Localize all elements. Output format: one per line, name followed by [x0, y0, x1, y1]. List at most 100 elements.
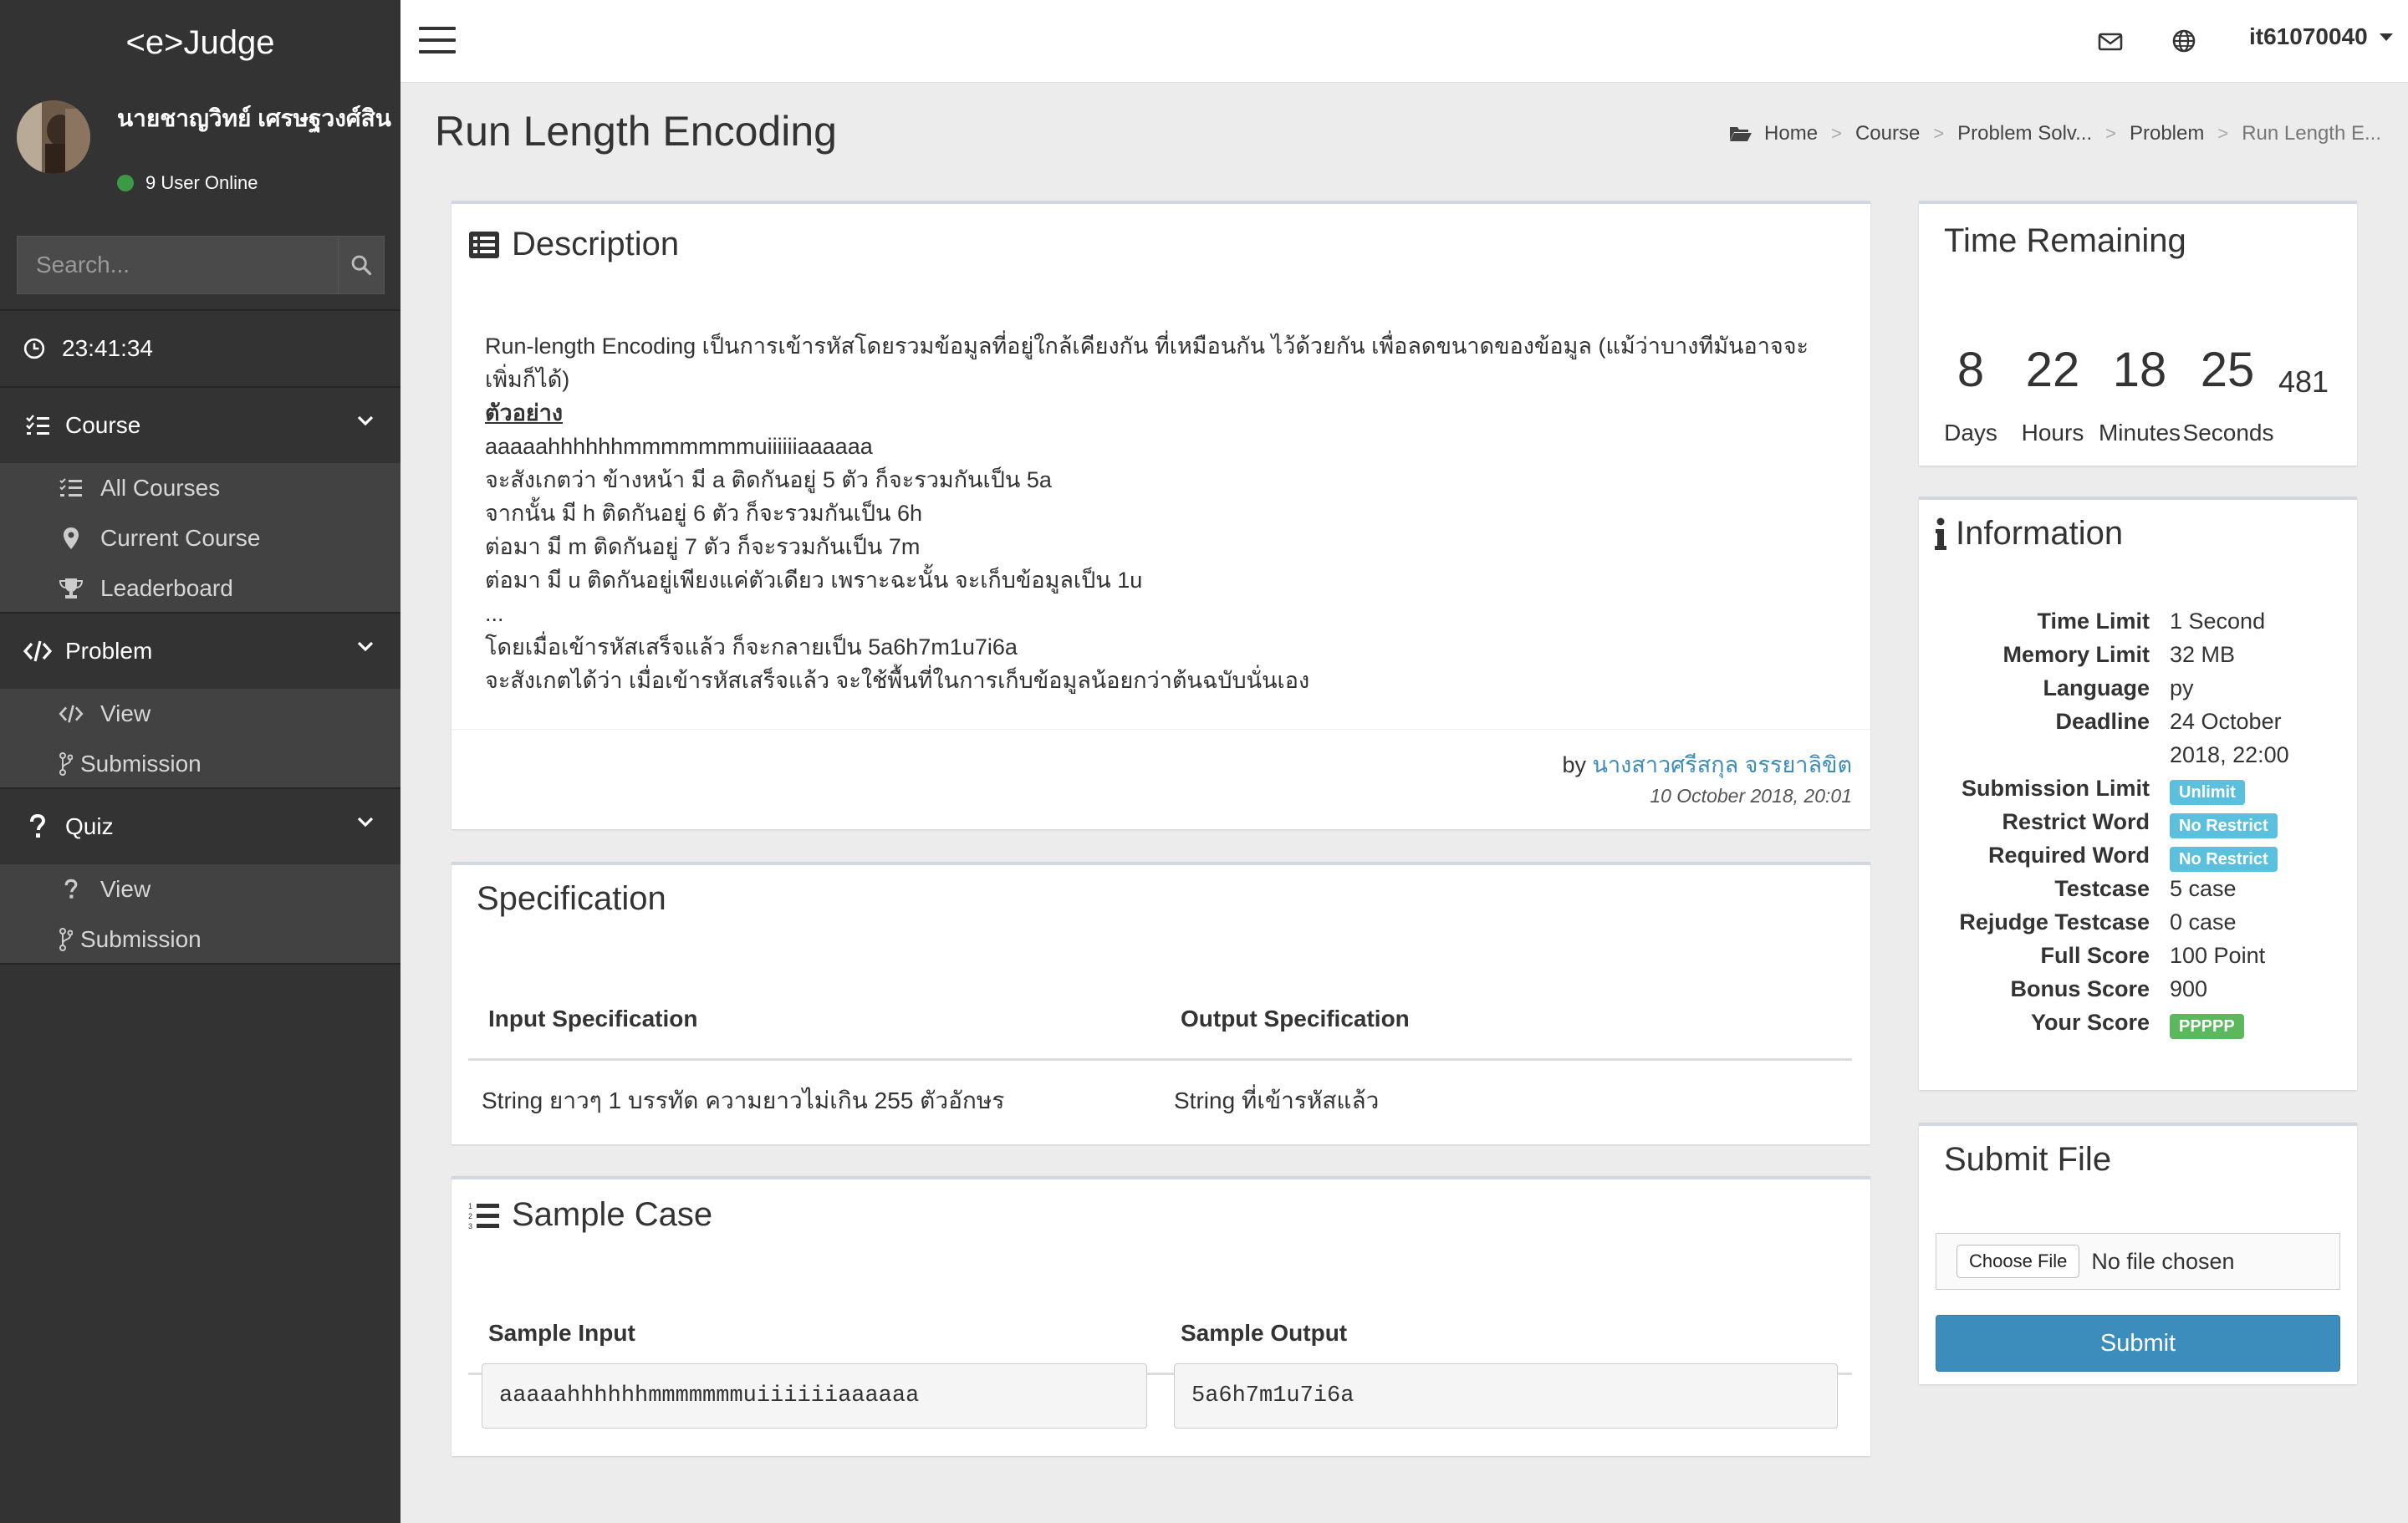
info-value: 100 Point — [2170, 943, 2266, 968]
description-body: Run-length Encoding เป็นการเข้ารหัสโดยรว… — [485, 329, 1839, 697]
search-icon — [351, 255, 372, 276]
breadcrumb-current: Run Length E... — [2242, 122, 2381, 145]
sidebar-item-quiz-view[interactable]: View — [0, 864, 400, 914]
info-key: Rejudge Testcase — [1959, 909, 2150, 935]
search-button[interactable] — [338, 237, 384, 293]
search-input[interactable] — [18, 237, 338, 293]
info-value: 5 case — [2170, 876, 2237, 901]
information-title: Information — [1956, 515, 2124, 552]
menu-problem-label: Problem — [65, 638, 153, 664]
online-dot — [117, 175, 134, 191]
sidebar-item-label: All Courses — [100, 475, 221, 501]
server-clock: 23:41:34 — [0, 311, 400, 386]
description-line: ต่อมา มี m ติดกันอยู่ 7 ตัว ก็จะรวมกันเป… — [485, 534, 921, 559]
countdown-minutes: 18 — [2112, 343, 2167, 397]
sidebar-item-quiz-submission[interactable]: Submission — [0, 914, 400, 965]
sidebar-item-leaderboard[interactable]: Leaderboard — [0, 563, 400, 614]
user-dropdown-label: it61070040 — [2249, 23, 2368, 49]
required-word-badge: No Restrict — [2170, 847, 2278, 872]
by-label: by — [1562, 752, 1587, 777]
divider — [0, 963, 400, 965]
list-icon — [59, 478, 84, 498]
info-key: Restrict Word — [2002, 809, 2150, 834]
menu-problem[interactable]: Problem — [0, 614, 400, 689]
author-date: 10 October 2018, 20:01 — [1650, 785, 1852, 807]
menu-course[interactable]: Course — [0, 388, 400, 463]
example-label: ตัวอย่าง — [485, 400, 564, 425]
info-bonus-score: Bonus Score 900 — [1919, 976, 2357, 1010]
specification-box: Specification Input Specification Output… — [452, 862, 1870, 1144]
restrict-word-badge: No Restrict — [2170, 813, 2278, 838]
app-logo[interactable]: <e>Judge — [0, 0, 400, 86]
submit-file-title: Submit File — [1944, 1141, 2112, 1178]
hamburger-bar — [419, 27, 456, 30]
info-key: Time Limit — [2037, 609, 2150, 634]
label-hours: Hours — [2021, 420, 2084, 446]
info-submission-limit: Submission Limit Unlimit — [1919, 776, 2357, 809]
info-value: 900 — [2170, 976, 2208, 1001]
sample-table-header: Sample Input Sample Output — [468, 1291, 1852, 1375]
breadcrumb-home[interactable]: Home — [1764, 122, 1818, 145]
svg-text:2: 2 — [468, 1212, 472, 1220]
info-value: 24 October — [2170, 709, 2282, 734]
info-key: Required Word — [1987, 843, 2150, 868]
file-input-status: No file chosen — [2091, 1248, 2235, 1274]
sidebar-item-current-course[interactable]: Current Course — [0, 513, 400, 563]
time-remaining-box: Time Remaining 8 22 18 25 481 Days Hours… — [1919, 201, 2357, 466]
your-score-badge: PPPPP — [2170, 1014, 2244, 1039]
info-testcase: Testcase 5 case — [1919, 876, 2357, 909]
description-box: Description Run-length Encoding เป็นการเ… — [452, 201, 1870, 829]
submit-file-box: Submit File Choose File No file chosen S… — [1919, 1123, 2357, 1384]
info-key: Bonus Score — [2010, 976, 2150, 1001]
code-fork-icon — [59, 928, 74, 951]
label-days: Days — [1944, 420, 1997, 446]
sidebar-item-label: Submission — [80, 751, 202, 777]
breadcrumb: Home > Course > Problem Solv... > Proble… — [1729, 122, 2381, 145]
description-header: Description — [468, 226, 679, 263]
sidebar-item-all-courses[interactable]: All Courses — [0, 463, 400, 513]
sidebar-item-problem-view[interactable]: View — [0, 689, 400, 739]
breadcrumb-course-name[interactable]: Problem Solv... — [1957, 122, 2092, 145]
trophy-icon — [59, 578, 84, 599]
svg-text:3: 3 — [468, 1222, 472, 1230]
sample-case-box: 1 2 3 Sample Case Sample Input Sample Outp… — [452, 1176, 1870, 1456]
info-key: Language — [2043, 675, 2150, 700]
info-key: Your Score — [2030, 1010, 2150, 1035]
info-key: Full Score — [2040, 943, 2150, 968]
info-key: Deadline — [2055, 709, 2150, 734]
breadcrumb-course[interactable]: Course — [1855, 122, 1920, 145]
choose-file-button[interactable]: Choose File — [1956, 1245, 2080, 1278]
sample-input-header: Sample Input — [488, 1320, 635, 1346]
sidebar-item-problem-submission[interactable]: Submission — [0, 739, 400, 789]
info-your-score: Your Score PPPPP — [1919, 1010, 2357, 1043]
tasks-icon — [23, 415, 52, 436]
question-icon — [23, 814, 52, 839]
map-marker-icon — [59, 527, 84, 550]
globe-icon — [2172, 29, 2196, 53]
submenu-problem: View Submission — [0, 689, 400, 789]
svg-text:1: 1 — [468, 1202, 472, 1210]
file-input[interactable]: Choose File No file chosen — [1936, 1233, 2340, 1290]
info-required-word: Required Word No Restrict — [1919, 843, 2357, 876]
submit-button[interactable]: Submit — [1936, 1315, 2340, 1372]
code-icon — [23, 640, 52, 662]
specification-title: Specification — [477, 880, 666, 917]
info-rejudge-testcase: Rejudge Testcase 0 case — [1919, 909, 2357, 943]
info-value: 2018, 22:00 — [2170, 742, 2289, 767]
info-value: 1 Second — [2170, 609, 2266, 634]
info-language: Language py — [1919, 675, 2357, 709]
sample-input-code: aaaaahhhhhhmmmmmmmuiiiiiiaaaaaa — [482, 1363, 1147, 1429]
language-button[interactable] — [2171, 27, 2196, 55]
author-link[interactable]: นางสาวศรีสกุล จรรยาลิขิต — [1593, 752, 1852, 777]
messages-button[interactable] — [2098, 27, 2123, 55]
breadcrumb-problem[interactable]: Problem — [2130, 122, 2204, 145]
info-icon — [1934, 517, 1947, 551]
menu-quiz[interactable]: Quiz — [0, 789, 400, 864]
countdown-ms: 481 — [2278, 364, 2329, 399]
sample-output-header: Sample Output — [1181, 1320, 1348, 1346]
information-header: Information — [1934, 515, 2123, 553]
info-value: 32 MB — [2170, 642, 2236, 667]
description-footer: by นางสาวศรีสกุล จรรยาลิขิต 10 October 2… — [452, 729, 1870, 833]
sidebar-toggle-button[interactable] — [419, 27, 456, 55]
user-dropdown[interactable]: it61070040 — [2249, 23, 2393, 50]
